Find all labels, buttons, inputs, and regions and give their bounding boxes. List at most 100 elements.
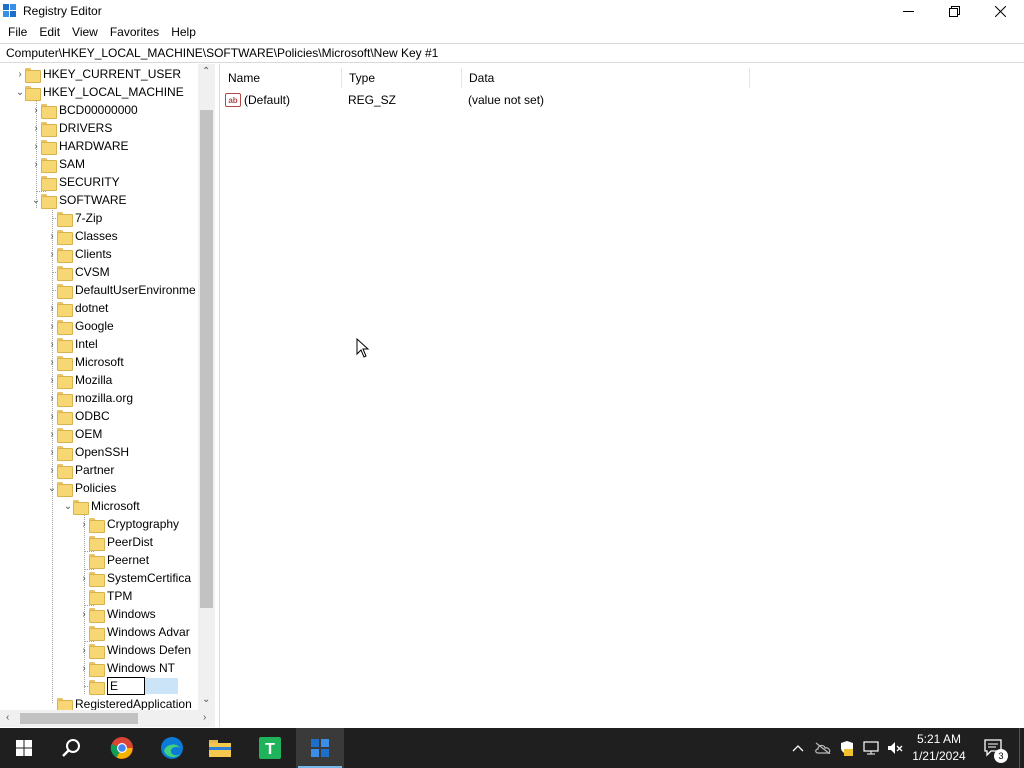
chevron-right-icon[interactable]: ›	[79, 641, 89, 659]
tree-item-intel[interactable]: › Intel	[47, 335, 98, 353]
tree-item-bcd[interactable]: › BCD00000000	[31, 101, 138, 119]
action-center-button[interactable]: 3	[978, 728, 1008, 768]
chevron-right-icon[interactable]: ›	[47, 407, 57, 425]
menu-view[interactable]: View	[66, 22, 104, 42]
tree-item-odbc[interactable]: › ODBC	[47, 407, 110, 425]
regedit-taskbar-button[interactable]	[296, 728, 344, 768]
column-header-name[interactable]: Name	[221, 68, 342, 88]
search-button[interactable]	[48, 728, 96, 768]
tree-item-software[interactable]: ⌄ SOFTWARE	[31, 191, 127, 209]
chevron-right-icon[interactable]: ›	[31, 137, 41, 155]
chevron-right-icon[interactable]: ›	[79, 605, 89, 623]
close-button[interactable]	[977, 0, 1023, 22]
scroll-left-icon[interactable]: ‹	[6, 712, 9, 723]
chevron-right-icon[interactable]: ›	[47, 317, 57, 335]
tree-item-windows-advanced[interactable]: Windows Advar	[79, 623, 190, 641]
volume-tray-button[interactable]	[884, 728, 906, 768]
scrollbar-thumb[interactable]	[200, 110, 213, 608]
tree-item-cryptography[interactable]: › Cryptography	[79, 515, 179, 533]
pane-splitter[interactable]	[215, 64, 220, 727]
tree-item-clients[interactable]: › Clients	[47, 245, 112, 263]
tree-item-dotnet[interactable]: › dotnet	[47, 299, 108, 317]
chevron-right-icon[interactable]: ›	[79, 569, 89, 587]
tree-vertical-scrollbar[interactable]: ⌃ ⌄	[198, 64, 215, 710]
edge-taskbar-button[interactable]	[148, 728, 196, 768]
tree-item-windows-nt[interactable]: › Windows NT	[79, 659, 175, 677]
taskbar-clock[interactable]: 5:21 AM 1/21/2024	[906, 731, 972, 765]
chevron-right-icon[interactable]: ›	[15, 65, 25, 83]
chevron-down-icon[interactable]: ⌄	[63, 497, 73, 515]
scrollbar-thumb[interactable]	[20, 713, 138, 724]
network-tray-button[interactable]	[860, 728, 882, 768]
tree-item-peerdist[interactable]: PeerDist	[79, 533, 153, 551]
chevron-right-icon[interactable]: ›	[47, 389, 57, 407]
tree-item-tpm[interactable]: TPM	[79, 587, 132, 605]
tree-item-windows[interactable]: › Windows	[79, 605, 156, 623]
menu-favorites[interactable]: Favorites	[104, 22, 165, 42]
t-app-taskbar-button[interactable]: T	[246, 728, 294, 768]
scroll-down-icon[interactable]: ⌄	[202, 694, 210, 705]
list-item[interactable]: ab (Default) REG_SZ (value not set)	[225, 91, 544, 109]
tree-item-policies-microsoft[interactable]: ⌄ Microsoft	[63, 497, 140, 515]
chevron-down-icon[interactable]: ⌄	[15, 83, 25, 101]
tree-item-google[interactable]: › Google	[47, 317, 114, 335]
chevron-right-icon[interactable]: ›	[31, 119, 41, 137]
tree-item-sam[interactable]: › SAM	[31, 155, 85, 173]
tree-horizontal-scrollbar[interactable]: ‹ ›	[0, 710, 215, 727]
restore-button[interactable]	[931, 0, 977, 22]
chevron-right-icon[interactable]: ›	[47, 443, 57, 461]
rename-input[interactable]: E	[107, 677, 145, 695]
tree-item-policies[interactable]: ⌄ Policies	[47, 479, 116, 497]
tree-item-cvsm[interactable]: CVSM	[47, 263, 110, 281]
address-bar[interactable]: Computer\HKEY_LOCAL_MACHINE\SOFTWARE\Pol…	[0, 43, 1024, 63]
menu-file[interactable]: File	[0, 22, 33, 42]
tree-item-mozilla-org[interactable]: › mozilla.org	[47, 389, 133, 407]
chevron-right-icon[interactable]: ›	[47, 227, 57, 245]
tree-item-drivers[interactable]: › DRIVERS	[31, 119, 112, 137]
chevron-right-icon[interactable]: ›	[47, 299, 57, 317]
values-list[interactable]: Name Type Data ab (Default) REG_SZ (valu…	[221, 64, 1024, 727]
show-hidden-icons-button[interactable]	[788, 728, 808, 768]
chevron-right-icon[interactable]: ›	[47, 245, 57, 263]
tree-item-hardware[interactable]: › HARDWARE	[31, 137, 129, 155]
tree-item-systemcertificates[interactable]: › SystemCertifica	[79, 569, 191, 587]
tree-item-partner[interactable]: › Partner	[47, 461, 114, 479]
chevron-right-icon[interactable]: ›	[31, 155, 41, 173]
chevron-right-icon[interactable]: ›	[47, 335, 57, 353]
file-explorer-taskbar-button[interactable]	[196, 728, 244, 768]
registry-tree[interactable]: › HKEY_CURRENT_USER ⌄ HKEY_LOCAL_MACHINE…	[0, 64, 215, 727]
start-button[interactable]	[0, 728, 48, 768]
tree-item-security[interactable]: SECURITY	[31, 173, 120, 191]
tree-item-7zip[interactable]: 7-Zip	[47, 209, 102, 227]
tree-item-hkey-local-machine[interactable]: ⌄ HKEY_LOCAL_MACHINE	[15, 83, 184, 101]
chevron-right-icon[interactable]: ›	[79, 515, 89, 533]
chevron-right-icon[interactable]: ›	[79, 659, 89, 677]
chevron-right-icon[interactable]: ›	[47, 371, 57, 389]
onedrive-tray-button[interactable]	[812, 728, 834, 768]
tree-item-microsoft[interactable]: › Microsoft	[47, 353, 124, 371]
chevron-down-icon[interactable]: ⌄	[31, 191, 41, 209]
minimize-button[interactable]	[885, 0, 931, 22]
menu-help[interactable]: Help	[165, 22, 202, 42]
tree-item-classes[interactable]: › Classes	[47, 227, 118, 245]
tree-item-windows-defender[interactable]: › Windows Defen	[79, 641, 191, 659]
chevron-right-icon[interactable]: ›	[47, 461, 57, 479]
scroll-right-icon[interactable]: ›	[203, 712, 206, 723]
chevron-down-icon[interactable]: ⌄	[47, 479, 57, 497]
tree-item-defaultuserenvironment[interactable]: DefaultUserEnvironme	[47, 281, 196, 299]
tree-item-oem[interactable]: › OEM	[47, 425, 102, 443]
show-desktop-button[interactable]	[1019, 728, 1024, 768]
chevron-right-icon[interactable]: ›	[47, 425, 57, 443]
tree-item-peernet[interactable]: Peernet	[79, 551, 149, 569]
column-header-data[interactable]: Data	[462, 68, 750, 88]
column-header-type[interactable]: Type	[342, 68, 462, 88]
scroll-up-icon[interactable]: ⌃	[202, 66, 210, 77]
chevron-right-icon[interactable]: ›	[31, 101, 41, 119]
tree-item-hkey-current-user[interactable]: › HKEY_CURRENT_USER	[15, 65, 181, 83]
menu-edit[interactable]: Edit	[33, 22, 66, 42]
tree-item-mozilla[interactable]: › Mozilla	[47, 371, 112, 389]
tree-item-new-key[interactable]: E	[79, 677, 178, 695]
tree-item-openssh[interactable]: › OpenSSH	[47, 443, 129, 461]
security-tray-button[interactable]	[836, 728, 858, 768]
chevron-right-icon[interactable]: ›	[47, 353, 57, 371]
